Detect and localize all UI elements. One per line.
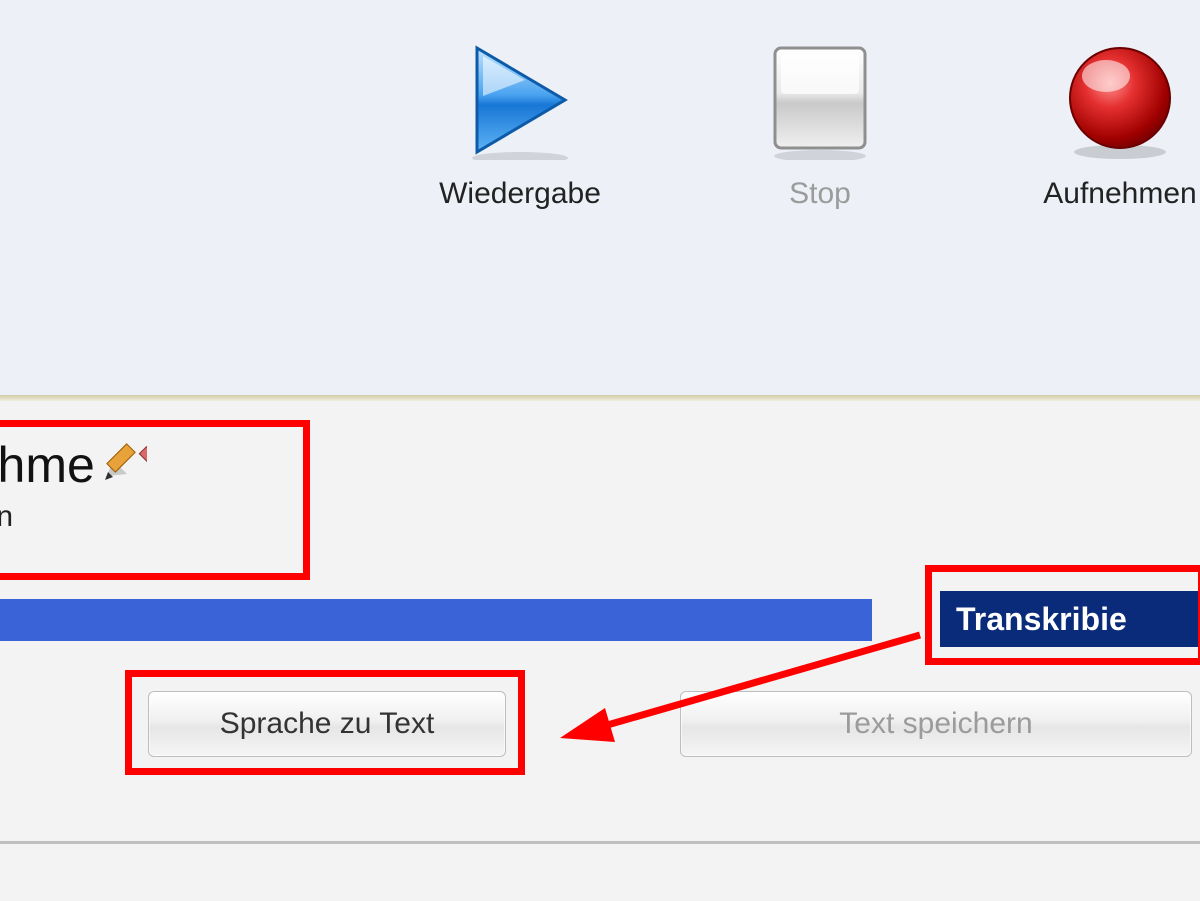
stop-button[interactable]: Stop <box>720 35 920 211</box>
recording-title-block[interactable]: fnahme rmann <box>0 436 298 534</box>
media-controls-row: Wiedergabe <box>420 35 1200 211</box>
save-text-button[interactable]: Text speichern <box>680 691 1192 757</box>
record-icon <box>1060 35 1180 165</box>
stop-icon <box>765 35 875 165</box>
speech-to-text-button[interactable]: Sprache zu Text <box>148 691 506 757</box>
stop-label: Stop <box>789 177 851 211</box>
speech-to-text-label: Sprache zu Text <box>220 707 435 741</box>
recording-panel: fnahme rmann Transkribie Sprache zu Text… <box>0 401 1200 901</box>
bottom-divider <box>0 841 1200 844</box>
record-label: Aufnehmen <box>1043 177 1196 211</box>
transcribe-label: Transkribie <box>956 601 1127 638</box>
recording-title: fnahme <box>0 436 95 494</box>
recording-subtitle: rmann <box>0 500 298 534</box>
progress-bar[interactable] <box>0 599 872 641</box>
pencil-edit-icon[interactable] <box>101 436 147 494</box>
transcribe-button[interactable]: Transkribie <box>940 591 1200 647</box>
play-label: Wiedergabe <box>439 177 601 211</box>
save-text-label: Text speichern <box>839 707 1032 741</box>
media-toolbar: Wiedergabe <box>0 0 1200 395</box>
play-button[interactable]: Wiedergabe <box>420 35 620 211</box>
record-button[interactable]: Aufnehmen <box>1020 35 1200 211</box>
play-icon <box>465 35 575 165</box>
